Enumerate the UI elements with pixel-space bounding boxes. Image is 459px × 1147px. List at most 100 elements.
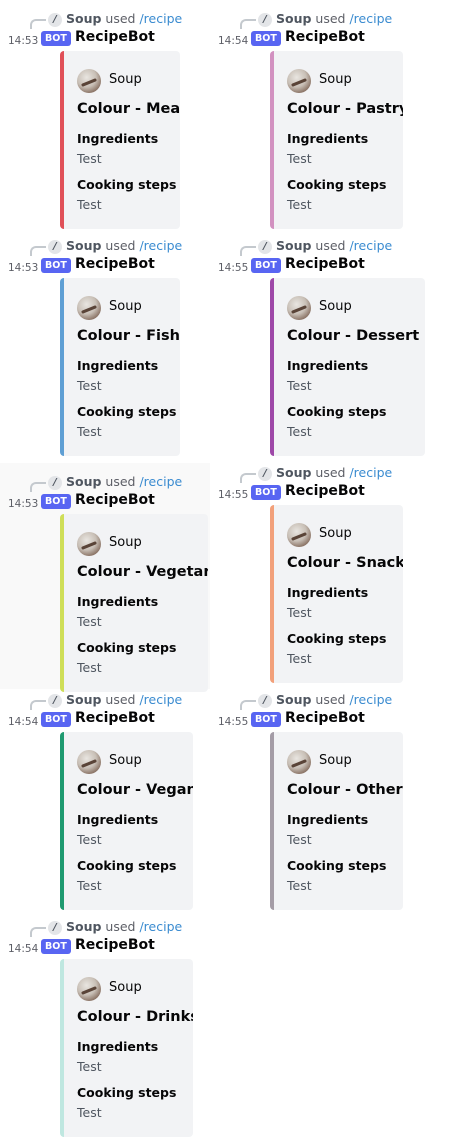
author-avatar[interactable]: [287, 523, 311, 547]
embed-title: Colour - Other: [287, 782, 403, 798]
embed-title: Colour - Dessert: [287, 328, 420, 344]
author-name[interactable]: Soup: [109, 980, 142, 995]
timestamp: 14:55: [218, 489, 249, 501]
bot-badge: BOT: [41, 494, 71, 509]
command-user[interactable]: Soup: [66, 11, 101, 26]
bot-username[interactable]: RecipeBot: [75, 937, 155, 953]
recipe-embed: Soup Colour - Vegan Ingredients Test Coo…: [60, 732, 193, 910]
field-value-ingredients: Test: [77, 1059, 102, 1074]
command-user[interactable]: Soup: [276, 11, 311, 26]
bot-badge: BOT: [251, 485, 281, 500]
timestamp: 14:54: [218, 35, 249, 47]
bot-badge: BOT: [41, 712, 71, 727]
field-name-ingredients: Ingredients: [287, 585, 369, 600]
field-name-ingredients: Ingredients: [77, 1039, 159, 1054]
author-avatar[interactable]: [77, 296, 101, 320]
field-value-cooking-steps: Test: [287, 878, 312, 893]
field-value-ingredients: Test: [287, 378, 312, 393]
author-name[interactable]: Soup: [109, 535, 142, 550]
command-used-text: used: [315, 238, 346, 253]
author-name[interactable]: Soup: [319, 72, 352, 87]
author-avatar[interactable]: [287, 296, 311, 320]
reply-connector: [240, 246, 256, 256]
author-avatar[interactable]: [77, 532, 101, 556]
bot-badge: BOT: [251, 258, 281, 273]
slash-command-icon: /: [258, 694, 272, 708]
bot-username[interactable]: RecipeBot: [75, 492, 155, 508]
command-name[interactable]: /recipe: [349, 238, 392, 253]
command-user[interactable]: Soup: [276, 692, 311, 707]
author-name[interactable]: Soup: [319, 753, 352, 768]
field-value-cooking-steps: Test: [77, 660, 102, 675]
command-user[interactable]: Soup: [66, 692, 101, 707]
bot-username[interactable]: RecipeBot: [75, 256, 155, 272]
field-value-cooking-steps: Test: [77, 878, 102, 893]
field-value-cooking-steps: Test: [287, 651, 312, 666]
command-user[interactable]: Soup: [66, 474, 101, 489]
message: / Soup used /recipe 14:53 BOT RecipeBot …: [0, 463, 210, 692]
author-avatar[interactable]: [287, 750, 311, 774]
message: / Soup used /recipe 14:53 BOT RecipeBot …: [0, 0, 210, 229]
command-line: Soup used /recipe: [276, 11, 392, 26]
reply-connector: [30, 246, 46, 256]
bot-username[interactable]: RecipeBot: [285, 710, 365, 726]
bot-username[interactable]: RecipeBot: [75, 710, 155, 726]
field-value-ingredients: Test: [287, 151, 312, 166]
author-name[interactable]: Soup: [109, 299, 142, 314]
slash-command-icon: /: [48, 13, 62, 27]
message: / Soup used /recipe 14:54 BOT RecipeBot …: [210, 0, 420, 229]
message: / Soup used /recipe 14:55 BOT RecipeBot …: [210, 454, 420, 683]
message: / Soup used /recipe 14:53 BOT RecipeBot …: [0, 227, 210, 456]
command-line: Soup used /recipe: [66, 11, 182, 26]
embed-title: Colour - Snack: [287, 555, 403, 571]
field-name-ingredients: Ingredients: [77, 358, 159, 373]
command-name[interactable]: /recipe: [139, 919, 182, 934]
command-used-text: used: [105, 692, 136, 707]
bot-badge: BOT: [41, 31, 71, 46]
command-used-text: used: [315, 465, 346, 480]
command-user[interactable]: Soup: [276, 238, 311, 253]
recipe-embed: Soup Colour - Other Ingredients Test Coo…: [270, 732, 403, 910]
embed-title: Colour - Drinks: [77, 1009, 193, 1025]
recipe-embed: Soup Colour - Dessert Ingredients Test C…: [270, 278, 425, 456]
command-user[interactable]: Soup: [66, 238, 101, 253]
bot-username[interactable]: RecipeBot: [285, 483, 365, 499]
command-name[interactable]: /recipe: [139, 238, 182, 253]
bot-badge: BOT: [41, 939, 71, 954]
embed-title: Colour - Pastry: [287, 101, 403, 117]
author-name[interactable]: Soup: [319, 526, 352, 541]
author-avatar[interactable]: [77, 69, 101, 93]
bot-username[interactable]: RecipeBot: [285, 256, 365, 272]
command-name[interactable]: /recipe: [349, 465, 392, 480]
message: / Soup used /recipe 14:54 BOT RecipeBot …: [0, 681, 210, 910]
field-value-ingredients: Test: [77, 614, 102, 629]
command-name[interactable]: /recipe: [349, 11, 392, 26]
slash-command-icon: /: [258, 240, 272, 254]
bot-username[interactable]: RecipeBot: [75, 29, 155, 45]
field-name-ingredients: Ingredients: [77, 812, 159, 827]
author-name[interactable]: Soup: [109, 753, 142, 768]
command-user[interactable]: Soup: [66, 919, 101, 934]
command-used-text: used: [105, 11, 136, 26]
author-avatar[interactable]: [77, 750, 101, 774]
field-value-cooking-steps: Test: [77, 1105, 102, 1120]
field-value-cooking-steps: Test: [77, 424, 102, 439]
command-name[interactable]: /recipe: [349, 692, 392, 707]
slash-command-icon: /: [48, 921, 62, 935]
command-used-text: used: [105, 919, 136, 934]
author-name[interactable]: Soup: [319, 299, 352, 314]
author-name[interactable]: Soup: [109, 72, 142, 87]
command-name[interactable]: /recipe: [139, 11, 182, 26]
author-avatar[interactable]: [287, 69, 311, 93]
command-user[interactable]: Soup: [276, 465, 311, 480]
bot-username[interactable]: RecipeBot: [285, 29, 365, 45]
command-name[interactable]: /recipe: [139, 474, 182, 489]
author-avatar[interactable]: [77, 977, 101, 1001]
slash-command-icon: /: [48, 476, 62, 490]
field-value-ingredients: Test: [77, 832, 102, 847]
command-used-text: used: [315, 692, 346, 707]
field-name-cooking-steps: Cooking steps: [287, 177, 387, 192]
command-used-text: used: [105, 474, 136, 489]
command-name[interactable]: /recipe: [139, 692, 182, 707]
bot-badge: BOT: [251, 31, 281, 46]
